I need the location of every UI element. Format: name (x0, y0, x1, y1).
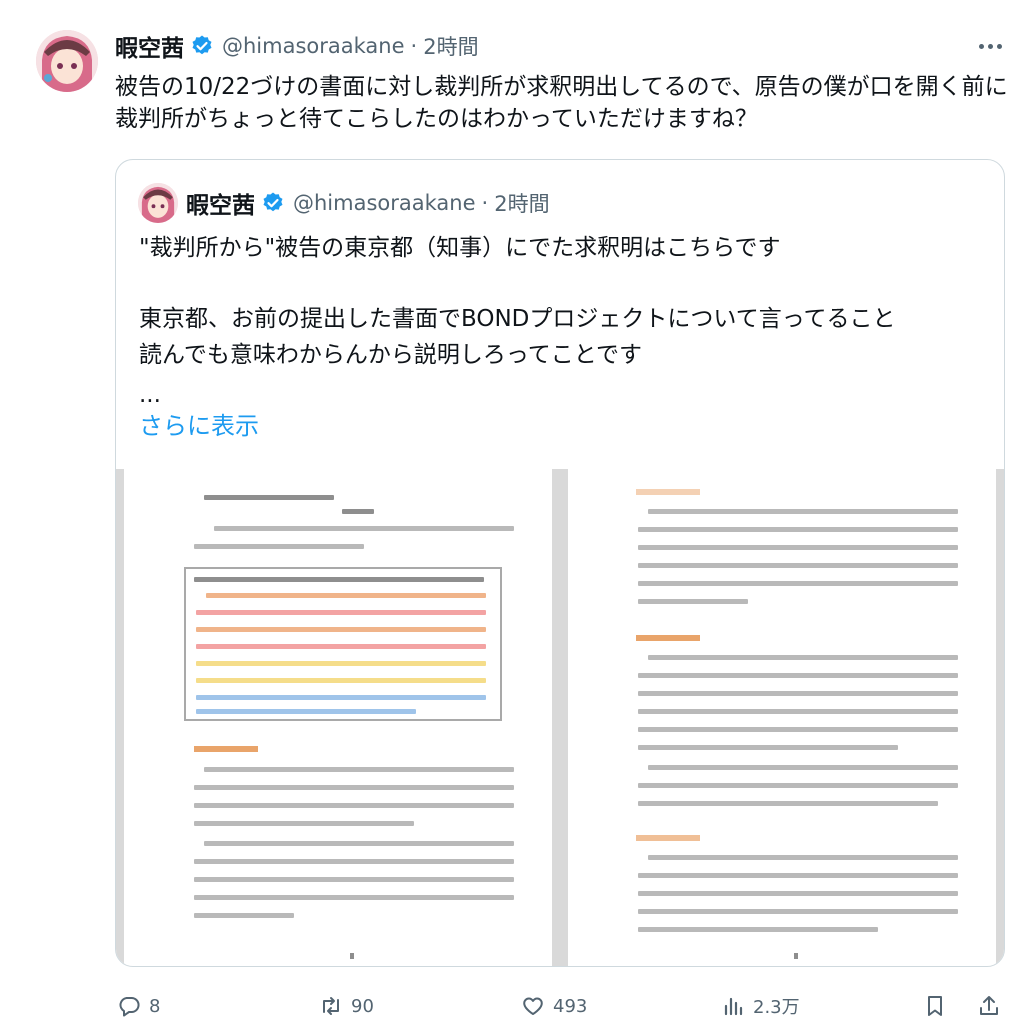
repost-count: 90 (351, 995, 374, 1017)
more-dots-icon[interactable] (973, 34, 1007, 58)
post-text: 被告の10/22づけの書面に対し裁判所が求釈明出してるので、原告の僕が口を開く前… (115, 74, 1008, 132)
post-time[interactable]: 2時間 (423, 31, 478, 61)
share-icon (977, 994, 1001, 1018)
like-icon (521, 994, 545, 1018)
repost-icon (319, 994, 343, 1018)
document-page-left (124, 469, 552, 966)
views-icon (721, 994, 745, 1018)
author-name[interactable]: 暇空茜 (115, 29, 184, 63)
quote-time: 2時間 (494, 192, 550, 216)
reply-button[interactable]: 8 (117, 990, 160, 1022)
quote-author-name: 暇空茜 (186, 193, 255, 219)
separator: · (481, 191, 489, 215)
quote-text-line: "裁判所から"被告の東京都（知事）にでた求釈明はこちらです (139, 235, 781, 261)
bookmark-button[interactable] (923, 990, 947, 1022)
views-button[interactable]: 2.3万 (721, 990, 800, 1022)
quote-ellipsis: ... (139, 382, 161, 408)
separator: · (410, 34, 418, 58)
show-more-link[interactable]: さらに表示 (139, 411, 999, 441)
verified-badge-icon (261, 191, 285, 215)
quote-text-line: 読んでも意味わからんから説明しろってことです (139, 342, 643, 368)
quote-avatar (138, 183, 178, 223)
quote-header: 暇空茜 @himasoraakane · 2時間 (186, 188, 550, 219)
quote-text-line: 東京都、お前の提出した書面でBONDプロジェクトについて言ってること (139, 306, 896, 332)
share-button[interactable] (977, 990, 1001, 1022)
post-header: 暇空茜 @himasoraakane · 2時間 (115, 29, 479, 63)
attached-document-image[interactable] (116, 469, 1004, 966)
quoted-post[interactable]: 暇空茜 @himasoraakane · 2時間 "裁判所から"被告の東京都（知… (115, 159, 1005, 967)
author-handle[interactable]: @himasoraakane (222, 34, 405, 58)
like-button[interactable]: 493 (521, 990, 587, 1022)
action-bar: 8 90 493 2.3万 (113, 990, 1013, 1022)
reply-count: 8 (149, 995, 161, 1017)
document-page-right (568, 469, 996, 966)
reply-icon (117, 994, 141, 1018)
avatar[interactable] (36, 30, 98, 92)
quote-author-handle: @himasoraakane (293, 191, 476, 215)
bookmark-icon (923, 994, 947, 1018)
like-count: 493 (553, 995, 588, 1017)
views-count: 2.3万 (753, 997, 800, 1018)
verified-badge-icon (190, 34, 214, 58)
repost-button[interactable]: 90 (319, 990, 374, 1022)
